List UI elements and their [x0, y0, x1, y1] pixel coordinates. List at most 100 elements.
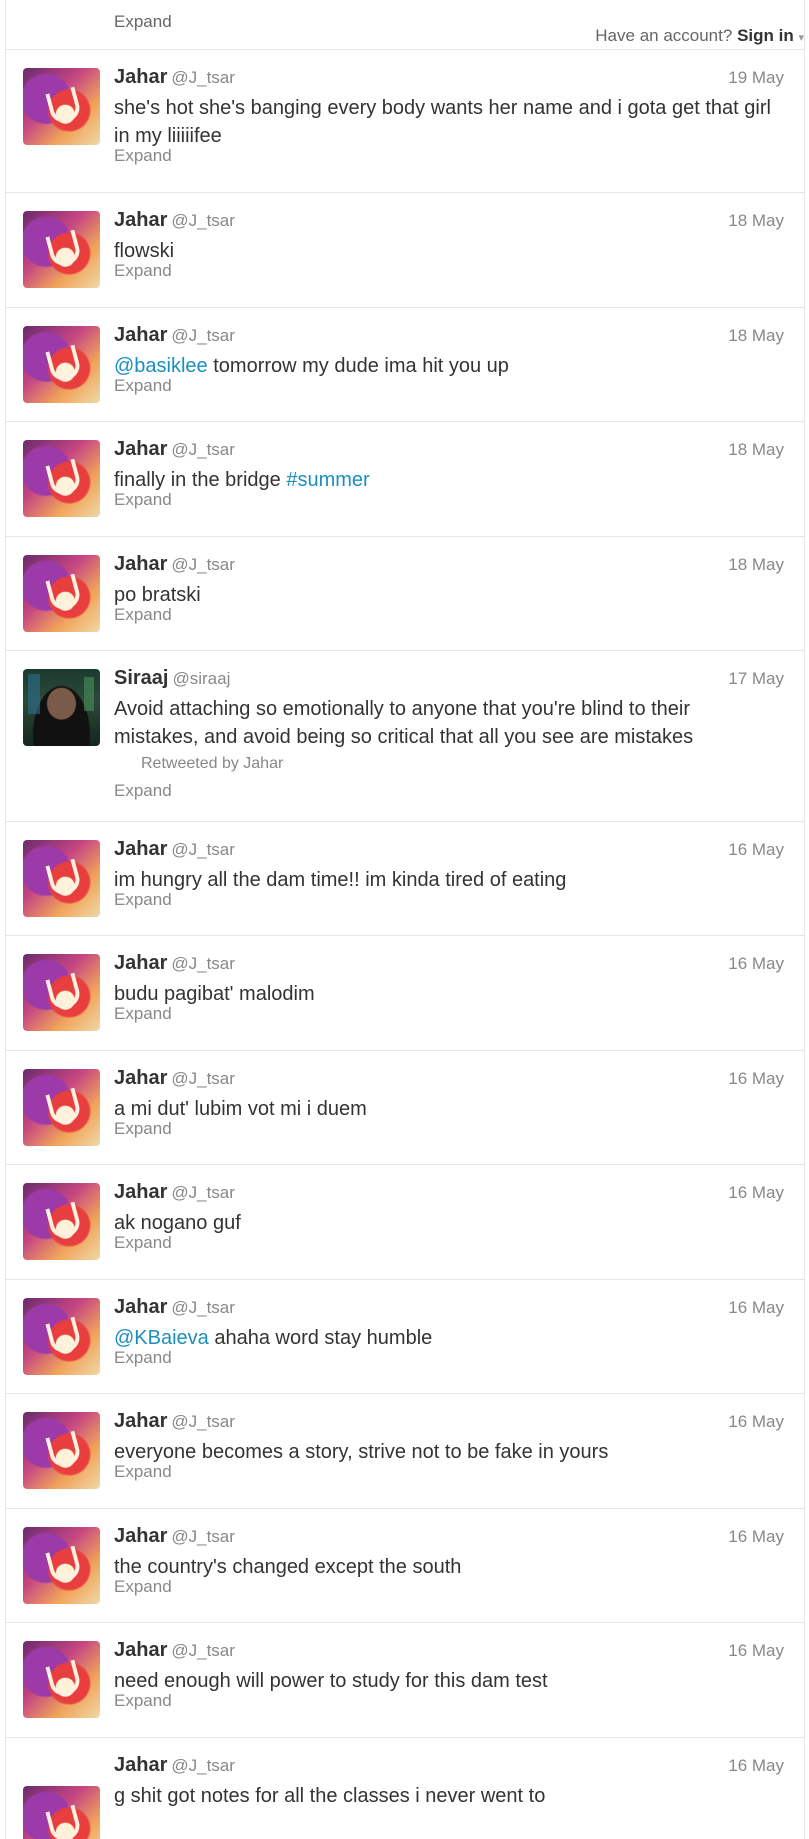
author-handle[interactable]: @siraaj	[172, 669, 230, 688]
tweet-author[interactable]: Jahar @J_tsar	[114, 553, 235, 576]
avatar[interactable]	[23, 954, 100, 1031]
tweet-author[interactable]: Jahar @J_tsar	[114, 1410, 235, 1433]
tweet[interactable]: Jahar @J_tsar 19 May she's hot she's bangin…	[6, 49, 804, 192]
retweeted-by[interactable]: Retweeted by Jahar	[141, 755, 283, 773]
author-handle[interactable]: @J_tsar	[171, 1527, 235, 1546]
tweet-author[interactable]: Jahar @J_tsar	[114, 1181, 235, 1204]
avatar[interactable]	[23, 1069, 100, 1146]
tweet-author[interactable]: Jahar @J_tsar	[114, 1067, 235, 1090]
tweet-timestamp[interactable]: 16 May	[728, 1527, 784, 1547]
mention-link[interactable]: @KBaieva	[114, 1327, 209, 1349]
author-name[interactable]: Jahar	[114, 1525, 167, 1547]
avatar[interactable]	[23, 211, 100, 288]
tweet-timestamp[interactable]: 18 May	[728, 211, 784, 231]
avatar[interactable]	[23, 669, 100, 746]
author-name[interactable]: Jahar	[114, 1754, 167, 1776]
expand-link[interactable]: Expand	[114, 146, 172, 166]
avatar[interactable]	[23, 1786, 100, 1839]
author-name[interactable]: Jahar	[114, 838, 167, 860]
expand-link[interactable]: Expand	[114, 1691, 172, 1711]
tweet-timestamp[interactable]: 16 May	[728, 840, 784, 860]
tweet-timestamp[interactable]: 16 May	[728, 1069, 784, 1089]
avatar[interactable]	[23, 1412, 100, 1489]
avatar[interactable]	[23, 326, 100, 403]
author-handle[interactable]: @J_tsar	[171, 440, 235, 459]
tweet-timestamp[interactable]: 16 May	[728, 1756, 784, 1776]
author-name[interactable]: Jahar	[114, 553, 167, 575]
tweet-author[interactable]: Jahar @J_tsar	[114, 66, 235, 89]
expand-link[interactable]: Expand	[114, 261, 172, 281]
author-name[interactable]: Jahar	[114, 324, 167, 346]
tweet-timestamp[interactable]: 16 May	[728, 954, 784, 974]
expand-link[interactable]: Expand	[114, 1119, 172, 1139]
author-handle[interactable]: @J_tsar	[171, 1756, 235, 1775]
tweet[interactable]: Jahar @J_tsar 18 May @basiklee tomorrow my …	[6, 307, 804, 421]
tweet-author[interactable]: Jahar @J_tsar	[114, 438, 235, 461]
author-name[interactable]: Jahar	[114, 1296, 167, 1318]
author-handle[interactable]: @J_tsar	[171, 326, 235, 345]
mention-link[interactable]: @basiklee	[114, 355, 208, 377]
tweet-author[interactable]: Jahar @J_tsar	[114, 324, 235, 347]
author-handle[interactable]: @J_tsar	[171, 1412, 235, 1431]
tweet-timestamp[interactable]: 16 May	[728, 1298, 784, 1318]
tweet[interactable]: Jahar @J_tsar 16 May need enough will power…	[6, 1622, 804, 1737]
author-handle[interactable]: @J_tsar	[171, 211, 235, 230]
tweet[interactable]: Jahar @J_tsar 16 May ak nogano guf Expand	[6, 1164, 804, 1279]
author-name[interactable]: Jahar	[114, 952, 167, 974]
tweet-author[interactable]: Siraaj @siraaj	[114, 667, 230, 690]
tweet[interactable]: Jahar @J_tsar 16 May everyone becomes a sto…	[6, 1393, 804, 1508]
expand-link[interactable]: Expand	[114, 376, 172, 396]
author-name[interactable]: Jahar	[114, 438, 167, 460]
tweet-author[interactable]: Jahar @J_tsar	[114, 838, 235, 861]
expand-link[interactable]: Expand	[114, 12, 172, 32]
expand-link[interactable]: Expand	[114, 1004, 172, 1024]
sign-in-button[interactable]: Sign in	[737, 26, 794, 45]
author-name[interactable]: Jahar	[114, 1181, 167, 1203]
author-name[interactable]: Jahar	[114, 66, 167, 88]
author-name[interactable]: Jahar	[114, 1410, 167, 1432]
expand-link[interactable]: Expand	[114, 1462, 172, 1482]
avatar[interactable]	[23, 68, 100, 145]
expand-link[interactable]: Expand	[114, 781, 172, 801]
tweet[interactable]: Jahar @J_tsar 16 May the country's changed …	[6, 1508, 804, 1622]
tweet[interactable]: Siraaj @siraaj 17 May Avoid attaching so em…	[6, 650, 804, 821]
author-name[interactable]: Siraaj	[114, 667, 168, 689]
tweet[interactable]: Jahar @J_tsar 16 May g shit got notes for a…	[6, 1737, 804, 1839]
tweet-timestamp[interactable]: 18 May	[728, 440, 784, 460]
tweet-author[interactable]: Jahar @J_tsar	[114, 1525, 235, 1548]
avatar[interactable]	[23, 1298, 100, 1375]
tweet-timestamp[interactable]: 18 May	[728, 555, 784, 575]
tweet[interactable]: Jahar @J_tsar 16 May budu pagibat' malodim E…	[6, 935, 804, 1050]
tweet-timestamp[interactable]: 17 May	[728, 669, 784, 689]
author-handle[interactable]: @J_tsar	[171, 1641, 235, 1660]
tweet-timestamp[interactable]: 18 May	[728, 326, 784, 346]
tweet-author[interactable]: Jahar @J_tsar	[114, 1754, 235, 1777]
avatar[interactable]	[23, 840, 100, 917]
avatar[interactable]	[23, 1641, 100, 1718]
tweet[interactable]: Jahar @J_tsar 18 May flowski Expand	[6, 192, 804, 307]
hashtag-link[interactable]: #summer	[286, 469, 369, 491]
author-handle[interactable]: @J_tsar	[171, 1069, 235, 1088]
tweet-timestamp[interactable]: 16 May	[728, 1183, 784, 1203]
tweet-author[interactable]: Jahar @J_tsar	[114, 1296, 235, 1319]
expand-link[interactable]: Expand	[114, 890, 172, 910]
expand-link[interactable]: Expand	[114, 1233, 172, 1253]
author-handle[interactable]: @J_tsar	[171, 1298, 235, 1317]
author-handle[interactable]: @J_tsar	[171, 840, 235, 859]
tweet-author[interactable]: Jahar @J_tsar	[114, 1639, 235, 1662]
tweet-timestamp[interactable]: 16 May	[728, 1412, 784, 1432]
expand-link[interactable]: Expand	[114, 490, 172, 510]
author-name[interactable]: Jahar	[114, 1067, 167, 1089]
author-name[interactable]: Jahar	[114, 209, 167, 231]
tweet[interactable]: Jahar @J_tsar 16 May a mi dut' lubim vot mi…	[6, 1050, 804, 1164]
tweet[interactable]: Jahar @J_tsar 16 May @KBaieva ahaha word st…	[6, 1279, 804, 1393]
expand-link[interactable]: Expand	[114, 605, 172, 625]
avatar[interactable]	[23, 555, 100, 632]
tweet-timestamp[interactable]: 19 May	[728, 68, 784, 88]
author-handle[interactable]: @J_tsar	[171, 555, 235, 574]
tweet-author[interactable]: Jahar @J_tsar	[114, 209, 235, 232]
author-name[interactable]: Jahar	[114, 1639, 167, 1661]
avatar[interactable]	[23, 1183, 100, 1260]
avatar[interactable]	[23, 1527, 100, 1604]
expand-link[interactable]: Expand	[114, 1348, 172, 1368]
